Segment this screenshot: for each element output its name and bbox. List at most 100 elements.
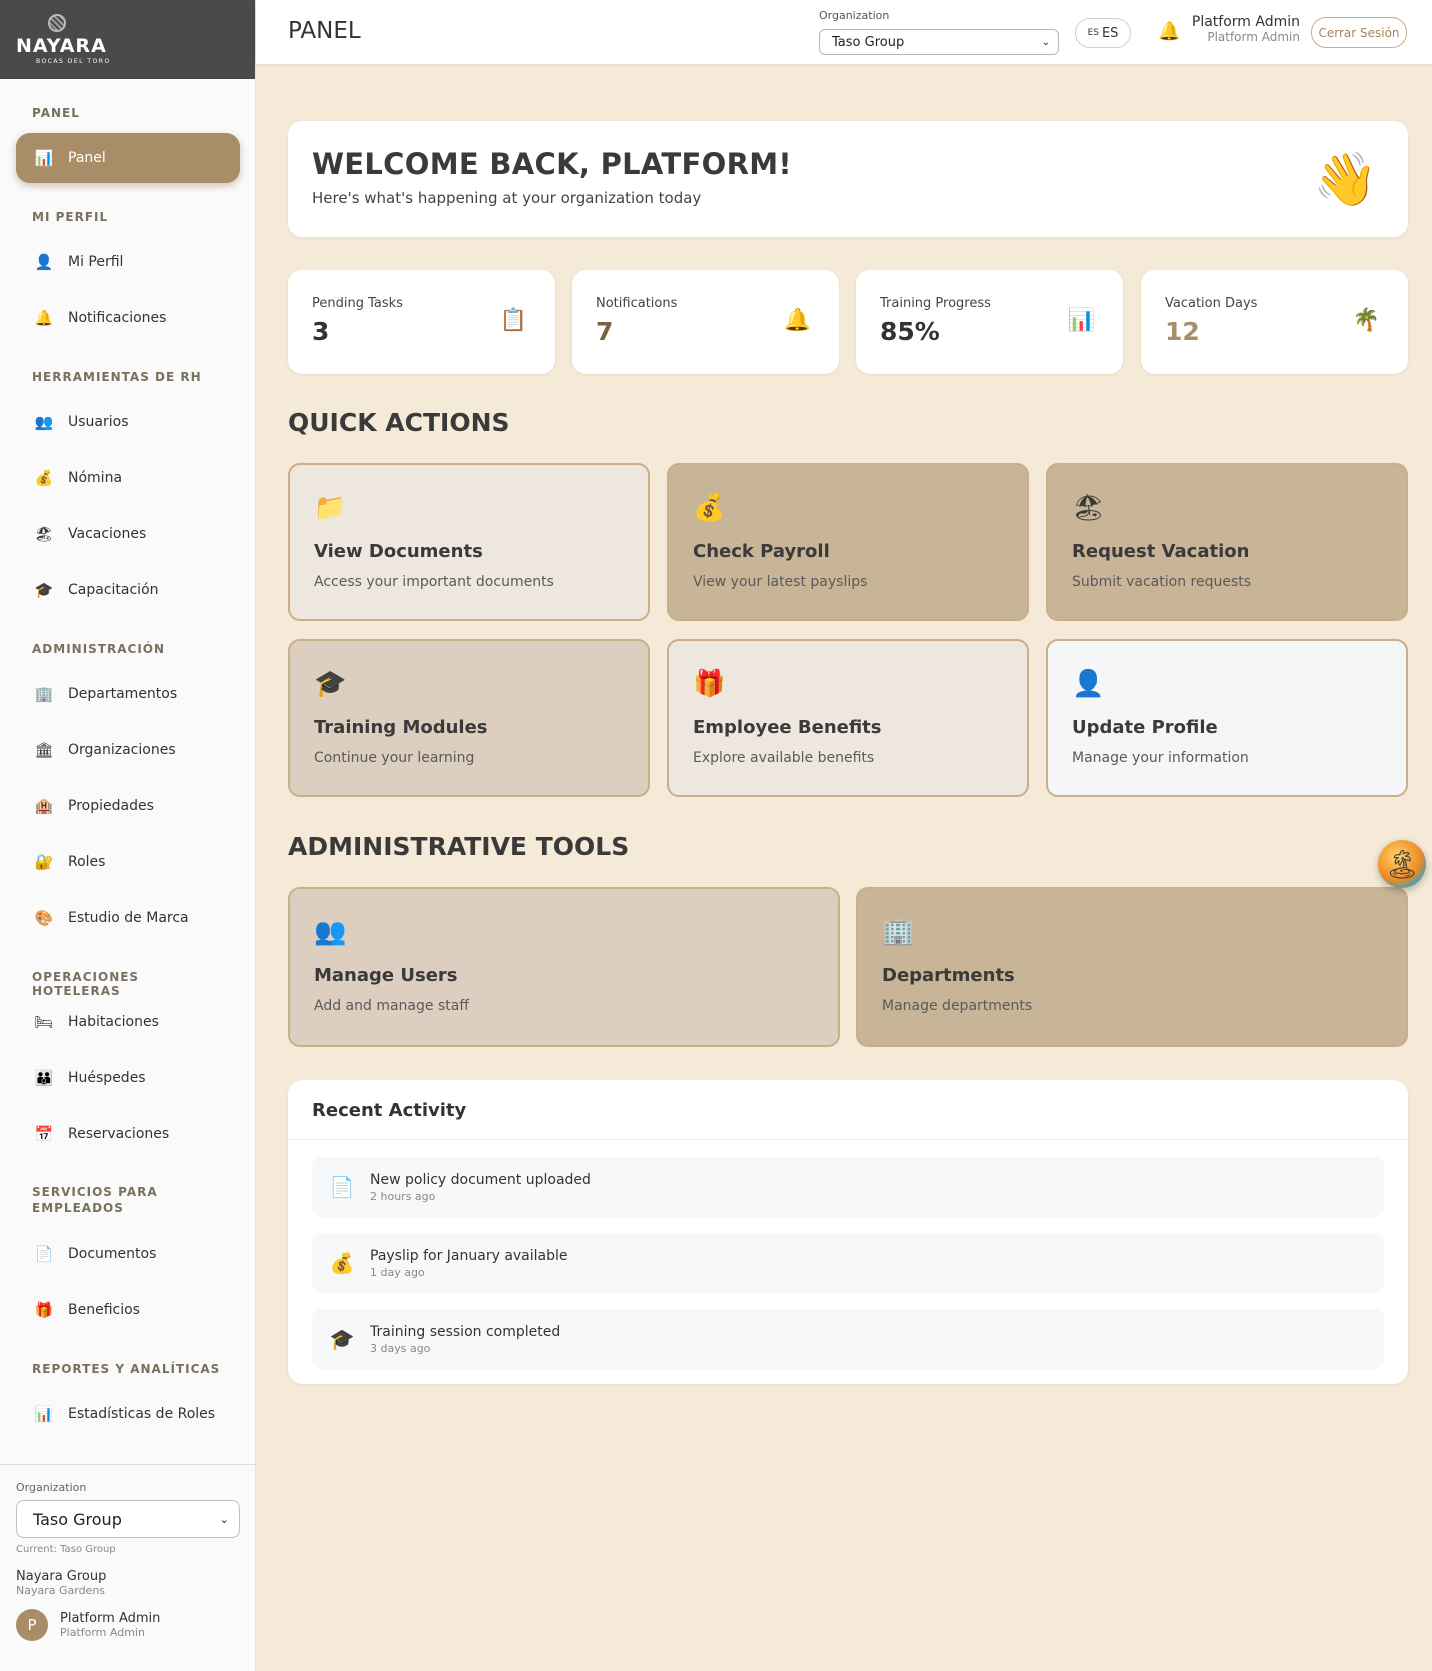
org-select-label: Organization [819, 9, 890, 22]
activity-time: 3 days ago [370, 1341, 431, 1355]
users-icon: 👥 [34, 413, 54, 431]
activity-item[interactable]: 📄 New policy document uploaded 2 hours a… [312, 1157, 1384, 1217]
sidebar-item-organizaciones[interactable]: 🏛 Organizaciones [16, 725, 240, 775]
action-card-view-documents[interactable]: 📁 View Documents Access your important d… [288, 463, 650, 621]
user-icon: 👤 [34, 253, 54, 271]
admin-card-manage-users[interactable]: 👥 Manage Users Add and manage staff [288, 887, 840, 1047]
palm-tree-icon: 🌴 [1352, 308, 1380, 333]
activity-item[interactable]: 💰 Payslip for January available 1 day ag… [312, 1233, 1384, 1293]
action-card-employee-benefits[interactable]: 🎁 Employee Benefits Explore available be… [667, 639, 1029, 797]
card-description: View your latest payslips [693, 574, 868, 590]
lock-icon: 🔐 [34, 853, 54, 871]
beach-icon: 🏖 [34, 525, 54, 543]
card-title: Manage Users [314, 965, 458, 986]
sidebar-item-nomina[interactable]: 💰 Nómina [16, 453, 240, 503]
sidebar-item-propiedades[interactable]: 🏨 Propiedades [16, 781, 240, 831]
card-description: Manage departments [882, 998, 1033, 1014]
stat-value: 7 [596, 317, 614, 346]
chart-icon: 📊 [1067, 308, 1095, 333]
sidebar-item-huespedes[interactable]: 👪 Huéspedes [16, 1053, 240, 1103]
card-title: Departments [882, 965, 1015, 986]
sidebar-item-departamentos[interactable]: 🏢 Departamentos [16, 669, 240, 719]
section-title-line: EMPLEADOS [32, 1201, 124, 1215]
avatar: P [16, 1609, 48, 1641]
header-user-role: Platform Admin [1207, 30, 1300, 44]
sidebar-item-beneficios[interactable]: 🎁 Beneficios [16, 1285, 240, 1335]
sidebar-item-vacaciones[interactable]: 🏖 Vacaciones [16, 509, 240, 559]
graduation-cap-icon: 🎓 [314, 669, 347, 699]
sidebar-item-label: Departamentos [68, 686, 178, 702]
sunset-island-icon[interactable]: 🏝 [1378, 840, 1426, 888]
admin-tools-heading: ADMINISTRATIVE TOOLS [288, 832, 630, 861]
header-org-select[interactable]: Taso Group ⌄ [819, 29, 1059, 55]
document-icon: 📄 [34, 1245, 54, 1263]
sidebar-item-roles[interactable]: 🔐 Roles [16, 837, 240, 887]
card-description: Add and manage staff [314, 998, 469, 1014]
bed-icon: 🛏 [34, 1013, 54, 1031]
card-title: Update Profile [1072, 717, 1218, 738]
folder-icon: 📁 [314, 493, 347, 523]
sidebar-item-usuarios[interactable]: 👥 Usuarios [16, 397, 240, 447]
action-card-update-profile[interactable]: 👤 Update Profile Manage your information [1046, 639, 1408, 797]
sidebar-item-label: Organizaciones [68, 742, 176, 758]
card-title: Request Vacation [1072, 541, 1250, 562]
money-bag-icon: 💰 [329, 1251, 355, 1275]
sidebar-item-label: Vacaciones [68, 526, 147, 542]
brand-name: NAYARA [16, 35, 107, 57]
activity-text: New policy document uploaded [370, 1171, 591, 1188]
document-icon: 📄 [329, 1175, 355, 1199]
graduation-cap-icon: 🎓 [34, 581, 54, 599]
language-toggle-button[interactable]: ES ES [1075, 18, 1131, 48]
sidebar-org-select[interactable]: Taso Group ⌄ [16, 1500, 240, 1538]
sidebar-item-notificaciones[interactable]: 🔔 Notificaciones [16, 293, 240, 343]
activity-text: Payslip for January available [370, 1247, 568, 1264]
section-title-mi-perfil: MI PERFIL [32, 210, 109, 224]
sidebar-item-capacitacion[interactable]: 🎓 Capacitación [16, 565, 240, 615]
stat-value: 3 [312, 317, 330, 346]
clipboard-icon: 📋 [499, 308, 527, 333]
stat-label: Training Progress [880, 296, 991, 311]
sidebar-item-documentos[interactable]: 📄 Documentos [16, 1229, 240, 1279]
sidebar-item-mi-perfil[interactable]: 👤 Mi Perfil [16, 237, 240, 287]
section-title-line: SERVICIOS PARA [32, 1185, 158, 1199]
sidebar-item-label: Usuarios [68, 414, 129, 430]
section-title-administracion: ADMINISTRACIÓN [32, 642, 166, 656]
sidebar-user-name: Platform Admin [60, 1611, 161, 1626]
card-title: Employee Benefits [693, 717, 882, 738]
org-select-value: Taso Group [33, 1509, 122, 1529]
header-user[interactable]: Platform Admin Platform Admin [1176, 14, 1300, 44]
sidebar-item-estudio-de-marca[interactable]: 🎨 Estudio de Marca [16, 893, 240, 943]
sidebar-item-panel[interactable]: 📊 Panel [16, 133, 240, 183]
stat-label: Notifications [596, 296, 678, 311]
chart-icon: 📊 [34, 149, 54, 167]
sidebar-item-label: Reservaciones [68, 1126, 170, 1142]
brand-logo[interactable]: NAYARA BOCAS DEL TORO [0, 0, 255, 79]
calendar-icon: 📅 [34, 1125, 54, 1143]
sidebar-item-habitaciones[interactable]: 🛏 Habitaciones [16, 997, 240, 1047]
sidebar-user[interactable]: P Platform Admin Platform Admin [16, 1609, 240, 1641]
stat-label: Pending Tasks [312, 296, 403, 311]
header-user-name: Platform Admin [1191, 14, 1300, 30]
sidebar-item-label: Roles [68, 854, 106, 870]
action-card-check-payroll[interactable]: 💰 Check Payroll View your latest payslip… [667, 463, 1029, 621]
stat-card-vacation-days: Vacation Days 12 🌴 [1141, 270, 1408, 374]
activity-time: 1 day ago [370, 1265, 425, 1279]
activity-item[interactable]: 🎓 Training session completed 3 days ago [312, 1309, 1384, 1369]
logo-emblem-icon [48, 14, 66, 32]
flag-icon: ES [1087, 28, 1099, 38]
sidebar-user-role: Platform Admin [60, 1626, 145, 1639]
card-description: Submit vacation requests [1072, 574, 1252, 590]
property-name: Nayara Gardens [16, 1584, 106, 1597]
logout-button[interactable]: Cerrar Sesión [1311, 17, 1407, 48]
section-title-servicios-empleados: SERVICIOS PARA EMPLEADOS [0, 1185, 190, 1215]
welcome-subtitle: Here's what's happening at your organiza… [312, 189, 702, 207]
recent-activity-card: Recent Activity 📄 New policy document up… [288, 1080, 1408, 1384]
sidebar-item-label: Habitaciones [68, 1014, 159, 1030]
action-card-training-modules[interactable]: 🎓 Training Modules Continue your learnin… [288, 639, 650, 797]
action-card-request-vacation[interactable]: 🏖 Request Vacation Submit vacation reque… [1046, 463, 1408, 621]
sidebar-item-label: Capacitación [68, 582, 159, 598]
sidebar-item-estadisticas-de-roles[interactable]: 📊 Estadísticas de Roles [16, 1389, 240, 1439]
quick-actions-heading: QUICK ACTIONS [288, 408, 510, 437]
sidebar-item-reservaciones[interactable]: 📅 Reservaciones [16, 1109, 240, 1159]
admin-card-departments[interactable]: 🏢 Departments Manage departments [856, 887, 1408, 1047]
